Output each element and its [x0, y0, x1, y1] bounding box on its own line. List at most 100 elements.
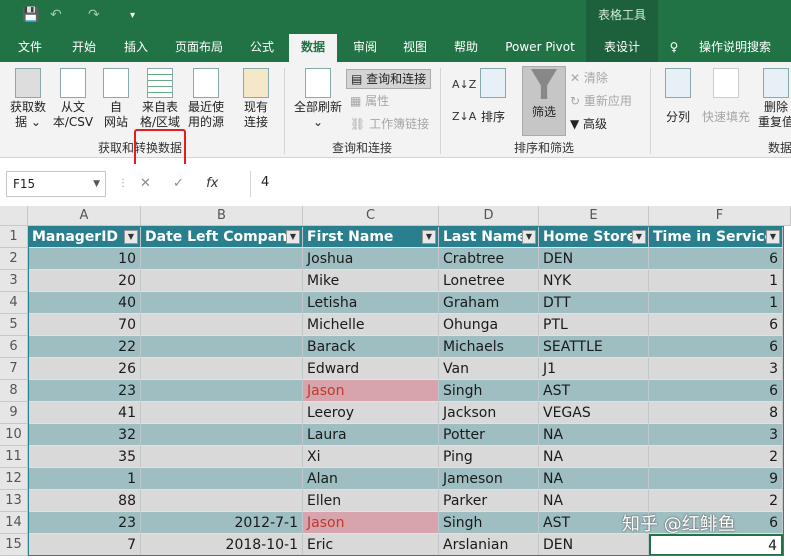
- table-header-cell[interactable]: First Name ▼: [303, 226, 439, 248]
- table-cell[interactable]: Edward: [303, 358, 439, 380]
- row-header[interactable]: 13: [0, 490, 28, 512]
- table-cell[interactable]: [141, 336, 303, 358]
- select-all-corner[interactable]: [0, 206, 28, 226]
- table-cell[interactable]: NA: [539, 424, 649, 446]
- table-cell[interactable]: VEGAS: [539, 402, 649, 424]
- table-cell[interactable]: 6: [649, 314, 783, 336]
- table-cell[interactable]: Lonetree: [439, 270, 539, 292]
- table-cell[interactable]: [141, 292, 303, 314]
- table-cell[interactable]: 20: [28, 270, 141, 292]
- table-cell[interactable]: Michelle: [303, 314, 439, 336]
- filter-dropdown-icon[interactable]: ▼: [422, 230, 436, 244]
- table-cell[interactable]: [141, 380, 303, 402]
- row-header[interactable]: 9: [0, 402, 28, 424]
- table-cell[interactable]: 6: [649, 380, 783, 402]
- table-cell[interactable]: 7: [28, 534, 141, 556]
- name-box[interactable]: F15 ▼: [6, 171, 106, 197]
- column-header-d[interactable]: D: [439, 206, 539, 226]
- tab-data[interactable]: 数据: [289, 34, 337, 62]
- table-cell[interactable]: [141, 424, 303, 446]
- filter-dropdown-icon[interactable]: ▼: [766, 230, 780, 244]
- table-cell[interactable]: Michaels: [439, 336, 539, 358]
- column-header-b[interactable]: B: [141, 206, 303, 226]
- row-header[interactable]: 6: [0, 336, 28, 358]
- table-cell[interactable]: Alan: [303, 468, 439, 490]
- tab-insert[interactable]: 插入: [114, 34, 158, 62]
- table-cell[interactable]: [141, 446, 303, 468]
- clear-filter-button[interactable]: ✕ 清除: [570, 69, 608, 87]
- filter-dropdown-icon[interactable]: ▼: [632, 230, 646, 244]
- cancel-icon[interactable]: ✕: [140, 176, 151, 191]
- table-cell[interactable]: DTT: [539, 292, 649, 314]
- table-cell[interactable]: 10: [28, 248, 141, 270]
- row-header[interactable]: 12: [0, 468, 28, 490]
- table-cell[interactable]: 40: [28, 292, 141, 314]
- filter-dropdown-icon[interactable]: ▼: [124, 230, 138, 244]
- tab-help[interactable]: 帮助: [444, 34, 488, 62]
- table-cell[interactable]: 1: [649, 292, 783, 314]
- table-cell[interactable]: Eric: [303, 534, 439, 556]
- enter-icon[interactable]: ✓: [173, 176, 184, 191]
- table-cell[interactable]: Potter: [439, 424, 539, 446]
- edit-links-button[interactable]: ⛓ 工作簿链接: [350, 115, 429, 133]
- table-header-cell[interactable]: Time in Service ▼: [649, 226, 783, 248]
- row-header[interactable]: 4: [0, 292, 28, 314]
- table-cell[interactable]: 35: [28, 446, 141, 468]
- sort-button[interactable]: 排序: [476, 68, 510, 125]
- get-data-button[interactable]: 获取数据 ⌄: [6, 68, 50, 130]
- tab-review[interactable]: 审阅: [343, 34, 387, 62]
- row-header[interactable]: 14: [0, 512, 28, 534]
- from-table-range-button[interactable]: 来自表 格/区域: [136, 68, 184, 130]
- filter-button[interactable]: 筛选: [522, 66, 566, 136]
- table-cell[interactable]: 9: [649, 468, 783, 490]
- table-cell[interactable]: 23: [28, 380, 141, 402]
- chevron-down-icon[interactable]: ▼: [93, 172, 100, 196]
- sort-asc-button[interactable]: A↓Z: [452, 76, 476, 94]
- table-cell[interactable]: [141, 402, 303, 424]
- column-header-e[interactable]: E: [539, 206, 649, 226]
- sort-desc-button[interactable]: Z↓A: [452, 108, 476, 126]
- table-cell[interactable]: 88: [28, 490, 141, 512]
- table-cell[interactable]: Leeroy: [303, 402, 439, 424]
- from-web-button[interactable]: 自网站: [100, 68, 132, 130]
- table-cell[interactable]: 2: [649, 490, 783, 512]
- tab-table-design[interactable]: 表设计: [586, 34, 658, 62]
- column-header-f[interactable]: F: [649, 206, 791, 226]
- table-cell[interactable]: Graham: [439, 292, 539, 314]
- table-cell[interactable]: Laura: [303, 424, 439, 446]
- table-header-cell[interactable]: ManagerID ▼: [28, 226, 141, 248]
- table-cell[interactable]: 6: [649, 248, 783, 270]
- existing-connections-button[interactable]: 现有 连接: [236, 68, 276, 130]
- advanced-filter-button[interactable]: ▼ 高级: [570, 115, 607, 133]
- table-cell[interactable]: Joshua: [303, 248, 439, 270]
- table-cell[interactable]: Ohunga: [439, 314, 539, 336]
- tab-view[interactable]: 视图: [393, 34, 437, 62]
- table-cell[interactable]: 2: [649, 446, 783, 468]
- tab-home[interactable]: 开始: [62, 34, 106, 62]
- table-cell[interactable]: Ellen: [303, 490, 439, 512]
- redo-icon[interactable]: ↷: [88, 7, 100, 23]
- table-cell[interactable]: Arslanian: [439, 534, 539, 556]
- formula-input[interactable]: 4: [250, 171, 791, 197]
- row-header[interactable]: 3: [0, 270, 28, 292]
- tab-page-layout[interactable]: 页面布局: [166, 34, 232, 62]
- table-cell[interactable]: Ping: [439, 446, 539, 468]
- from-csv-button[interactable]: 从文 本/CSV: [50, 68, 96, 130]
- insert-function-icon[interactable]: fx: [206, 176, 218, 191]
- table-cell[interactable]: Singh: [439, 512, 539, 534]
- tab-formulas[interactable]: 公式: [240, 34, 284, 62]
- table-cell[interactable]: Mike: [303, 270, 439, 292]
- table-cell[interactable]: 23: [28, 512, 141, 534]
- row-header[interactable]: 8: [0, 380, 28, 402]
- table-cell[interactable]: [141, 468, 303, 490]
- table-cell[interactable]: DEN: [539, 248, 649, 270]
- table-cell[interactable]: J1: [539, 358, 649, 380]
- queries-connections-button[interactable]: ▤ 查询和连接: [346, 69, 432, 89]
- table-cell[interactable]: [141, 314, 303, 336]
- table-cell[interactable]: 8: [649, 402, 783, 424]
- row-header[interactable]: 11: [0, 446, 28, 468]
- table-cell[interactable]: NYK: [539, 270, 649, 292]
- row-header[interactable]: 15: [0, 534, 28, 556]
- save-icon[interactable]: 💾: [22, 7, 39, 23]
- worksheet[interactable]: A B C D E F 1 2 3 4 5 6 7 8 9 10 11 12 13 14 15 Manager…: [0, 206, 791, 560]
